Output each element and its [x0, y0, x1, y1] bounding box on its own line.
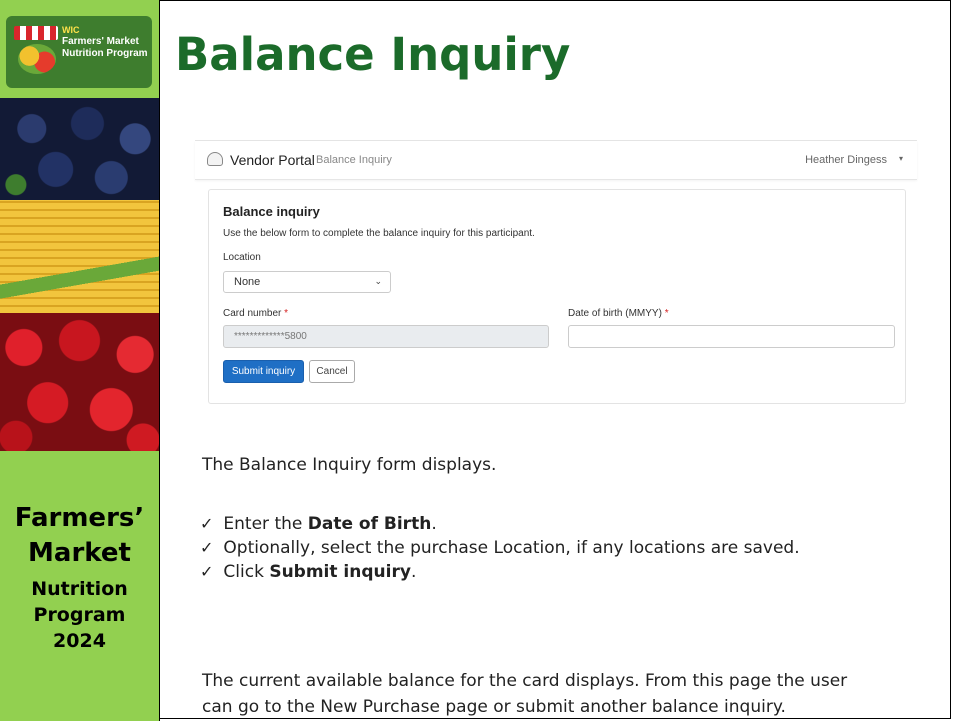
submit-inquiry-button[interactable]: Submit inquiry: [223, 360, 304, 383]
dob-field[interactable]: [568, 325, 895, 348]
step-text-end: .: [431, 514, 437, 534]
strawberries-photo: [0, 313, 159, 451]
location-select[interactable]: None ⌄: [223, 271, 391, 293]
step-text: Click: [223, 562, 270, 582]
corn-photo: [0, 200, 159, 313]
cancel-button[interactable]: Cancel: [309, 360, 355, 383]
step-emphasis: Submit inquiry: [269, 562, 411, 582]
required-marker: *: [664, 308, 669, 319]
sidebar-title-farmers: Farmers’: [14, 503, 145, 533]
form-title: Balance inquiry: [223, 204, 320, 219]
vendor-portal-screenshot: Vendor Portal Balance Inquiry Heather Di…: [195, 140, 917, 416]
list-item: ✓ Enter the Date of Birth.: [200, 512, 800, 536]
logo-line-2: Nutrition Program: [62, 48, 148, 59]
produce-basket-icon: [18, 44, 56, 74]
location-select-value: None: [234, 276, 261, 288]
wic-fmnp-logo: WIC Farmers' Market Nutrition Program: [6, 16, 152, 88]
dob-label: Date of birth (MMYY) *: [568, 308, 669, 319]
sidebar-title-year: 2024: [53, 630, 106, 652]
blueberries-photo: [0, 98, 159, 200]
closing-line-1: The current available balance for the ca…: [202, 671, 848, 691]
location-label: Location: [223, 252, 261, 263]
sidebar-title-market: Market: [28, 538, 131, 568]
user-menu[interactable]: Heather Dingess: [805, 154, 887, 166]
step-text-end: .: [410, 562, 417, 582]
chevron-down-icon: ⌄: [374, 276, 382, 286]
breadcrumb[interactable]: Balance Inquiry: [316, 154, 392, 166]
logo-text: WIC Farmers' Market Nutrition Program: [62, 24, 150, 60]
card-number-field: *************5800: [223, 325, 549, 348]
sidebar-title-program: Program: [33, 604, 126, 626]
step-text: Optionally, select the purchase Location…: [223, 538, 800, 558]
card-number-label: Card number *: [223, 308, 288, 319]
checkmark-icon: ✓: [200, 514, 214, 533]
nav-brand[interactable]: Vendor Portal: [230, 152, 315, 168]
list-item: ✓ Optionally, select the purchase Locati…: [200, 536, 800, 560]
steps-list: ✓ Enter the Date of Birth. ✓ Optionally,…: [200, 512, 800, 584]
checkmark-icon: ✓: [200, 538, 214, 557]
caret-down-icon[interactable]: ▾: [899, 154, 903, 163]
form-description: Use the below form to complete the balan…: [223, 228, 535, 239]
logo-badge: WIC: [62, 25, 80, 35]
page-title: Balance Inquiry: [175, 28, 571, 81]
step-text: Enter the: [223, 514, 308, 534]
checkmark-icon: ✓: [200, 562, 214, 581]
logo-line-1: Farmers' Market: [62, 36, 139, 47]
list-item: ✓ Click Submit inquiry.: [200, 560, 800, 584]
step-emphasis: Date of Birth: [307, 514, 432, 534]
closing-text: The current available balance for the ca…: [202, 668, 932, 720]
sidebar: WIC Farmers' Market Nutrition Program Fa…: [0, 0, 160, 721]
closing-line-2: can go to the New Purchase page or submi…: [202, 697, 786, 717]
card-number-label-text: Card number: [223, 308, 282, 319]
balance-inquiry-card: Balance inquiry Use the below form to co…: [208, 189, 906, 404]
intro-text: The Balance Inquiry form displays.: [202, 455, 497, 475]
top-navbar: Vendor Portal Balance Inquiry Heather Di…: [195, 141, 917, 180]
market-awning-icon: [14, 26, 58, 40]
sidebar-title-nutrition: Nutrition: [31, 578, 128, 600]
portal-logo-icon[interactable]: [207, 152, 223, 166]
dob-label-text: Date of birth (MMYY): [568, 308, 662, 319]
required-marker: *: [284, 308, 289, 319]
